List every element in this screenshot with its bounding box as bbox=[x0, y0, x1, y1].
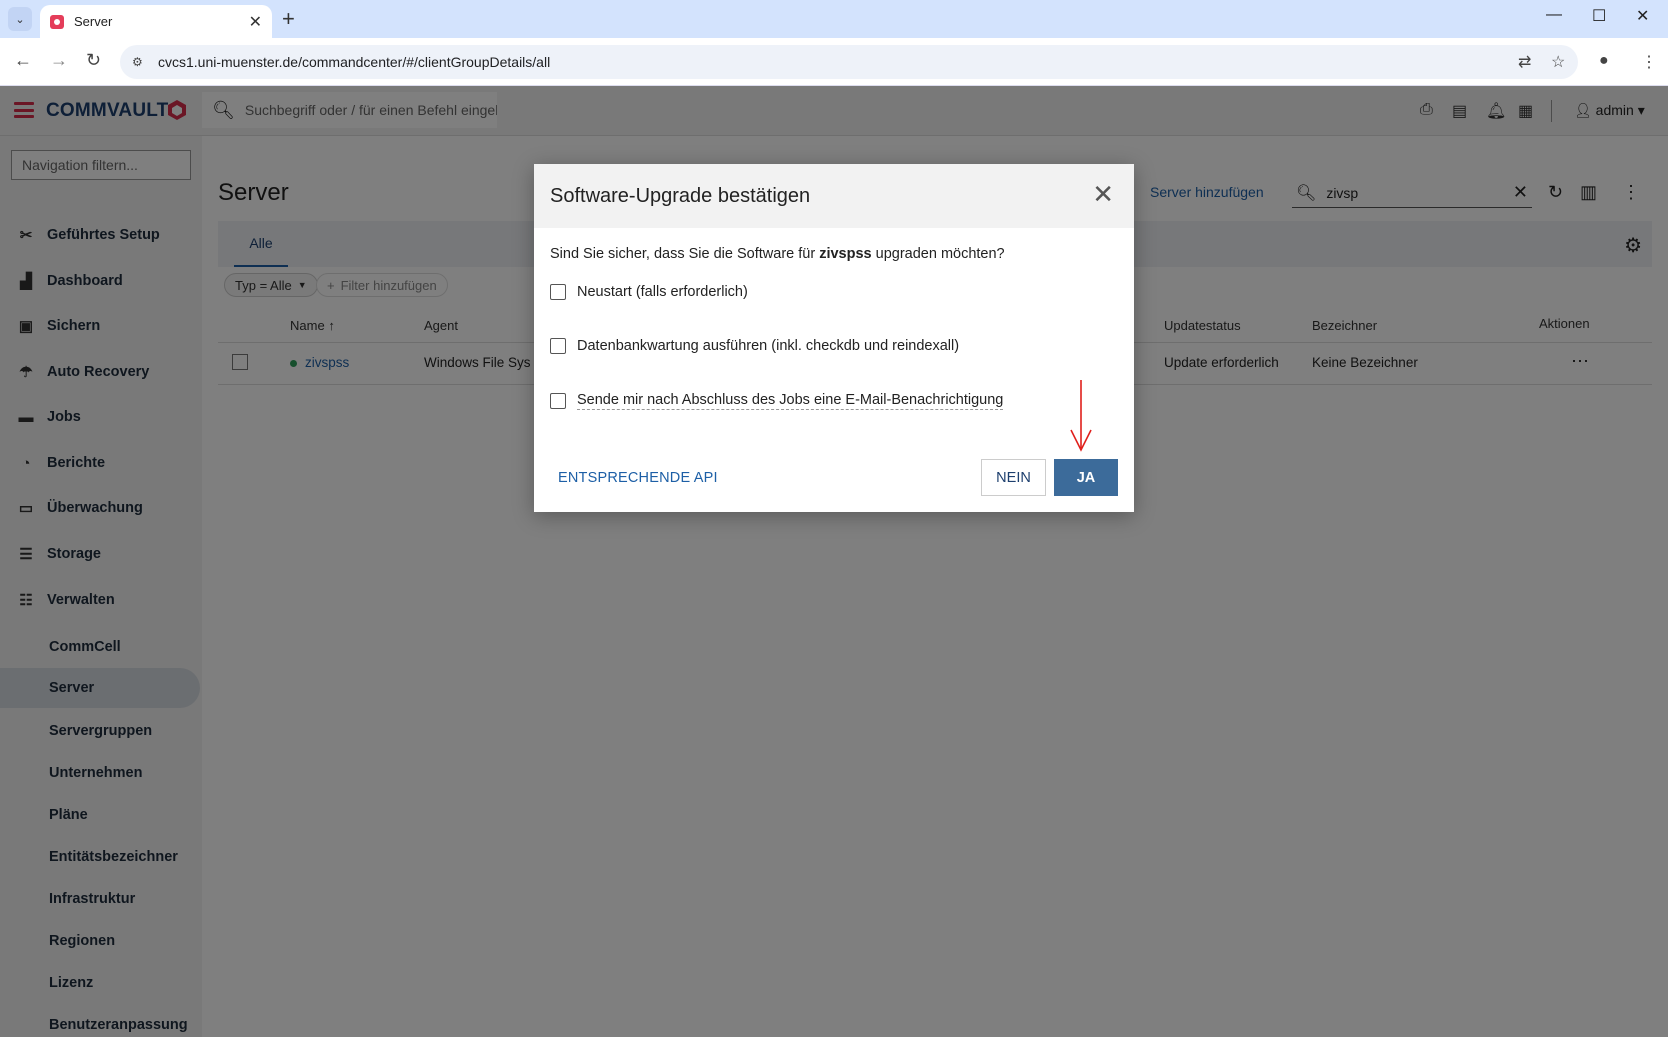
dialog-header: Software-Upgrade bestätigen ✕ bbox=[534, 164, 1134, 228]
db-maintenance-checkbox[interactable] bbox=[550, 338, 566, 354]
browser-tab[interactable]: Server ✕ bbox=[40, 5, 272, 38]
confirmation-question: Sind Sie sicher, dass Sie die Software f… bbox=[550, 246, 1005, 262]
translate-icon[interactable]: ⇄ bbox=[1518, 52, 1531, 72]
forward-icon[interactable]: → bbox=[50, 50, 68, 71]
browser-menu-icon[interactable]: ⋮ bbox=[1641, 52, 1657, 72]
equivalent-api-button[interactable]: ENTSPRECHENDE API bbox=[558, 470, 718, 486]
no-button[interactable]: NEIN bbox=[981, 459, 1046, 496]
reboot-label: Neustart (falls erforderlich) bbox=[577, 284, 748, 300]
address-bar-row: ← → ↻ ⚙ cvcs1.uni-muenster.de/commandcen… bbox=[0, 38, 1668, 86]
new-tab-icon[interactable]: + bbox=[282, 7, 295, 31]
close-icon[interactable]: ✕ bbox=[1092, 180, 1114, 208]
email-notify-label: Sende mir nach Abschluss des Jobs eine E… bbox=[577, 392, 1004, 410]
question-client: zivspss bbox=[819, 246, 872, 262]
window-close-icon[interactable]: ✕ bbox=[1636, 6, 1649, 26]
yes-button[interactable]: JA bbox=[1054, 459, 1118, 496]
reboot-checkbox[interactable] bbox=[550, 284, 566, 300]
annotation-arrow-icon bbox=[1070, 380, 1092, 452]
maximize-icon[interactable]: ☐ bbox=[1592, 6, 1606, 26]
back-icon[interactable]: ← bbox=[14, 50, 32, 71]
db-maintenance-checkbox-option[interactable]: Datenbankwartung ausführen (inkl. checkd… bbox=[550, 338, 959, 354]
question-suffix: upgraden möchten? bbox=[875, 246, 1005, 262]
tab-search-dropdown[interactable]: ⌄ bbox=[8, 7, 32, 31]
reload-icon[interactable]: ↻ bbox=[86, 50, 101, 71]
question-prefix: Sind Sie sicher, dass Sie die Software f… bbox=[550, 246, 816, 262]
url-field[interactable]: ⚙ cvcs1.uni-muenster.de/commandcenter/#/… bbox=[120, 45, 1578, 79]
email-notify-checkbox-option[interactable]: Sende mir nach Abschluss des Jobs eine E… bbox=[550, 392, 1004, 410]
email-notify-checkbox[interactable] bbox=[550, 393, 566, 409]
commvault-favicon-icon bbox=[50, 14, 64, 29]
tab-title: Server bbox=[74, 14, 113, 29]
confirm-upgrade-dialog: Software-Upgrade bestätigen ✕ Sind Sie s… bbox=[534, 164, 1134, 512]
site-settings-icon[interactable]: ⚙ bbox=[132, 55, 143, 69]
close-tab-icon[interactable]: ✕ bbox=[249, 12, 262, 32]
dialog-title: Software-Upgrade bestätigen bbox=[550, 185, 811, 207]
bookmark-star-icon[interactable]: ☆ bbox=[1551, 52, 1565, 72]
minimize-icon[interactable]: — bbox=[1546, 6, 1562, 24]
browser-tabbar: ⌄ Server ✕ + — ☐ ✕ bbox=[0, 0, 1668, 38]
profile-icon[interactable]: ● bbox=[1599, 52, 1609, 70]
url-text: cvcs1.uni-muenster.de/commandcenter/#/cl… bbox=[158, 54, 551, 70]
reboot-checkbox-option[interactable]: Neustart (falls erforderlich) bbox=[550, 284, 748, 300]
db-maintenance-label: Datenbankwartung ausführen (inkl. checkd… bbox=[577, 338, 960, 354]
